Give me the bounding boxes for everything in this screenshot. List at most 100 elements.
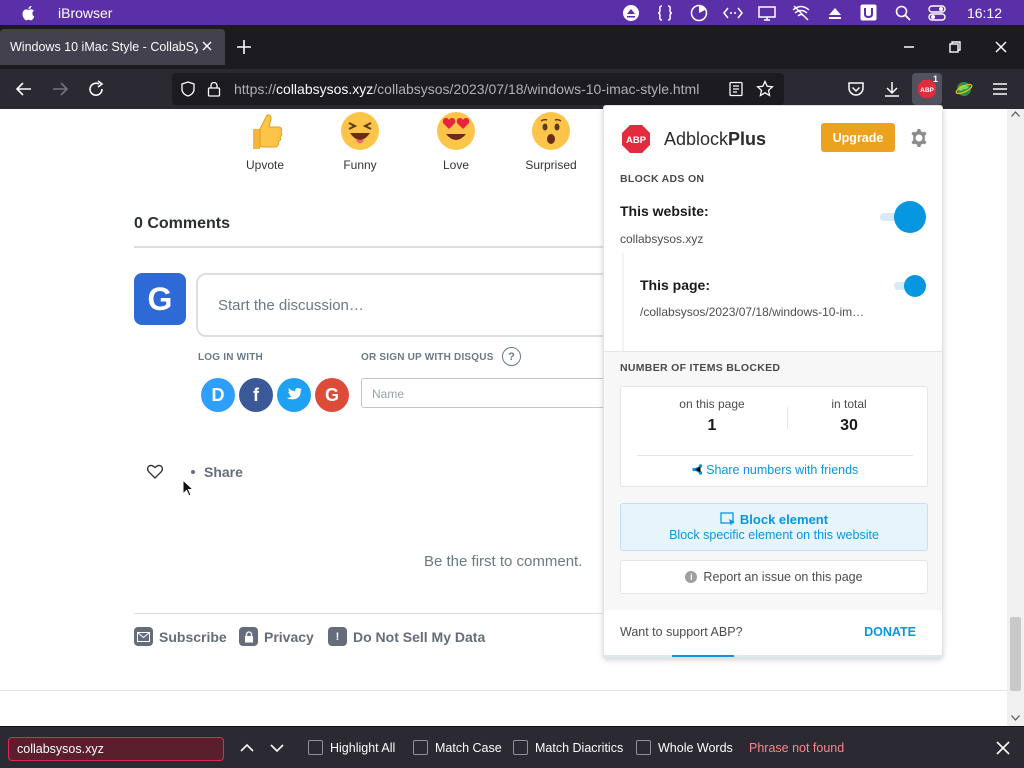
abp-logo-icon: ABP	[622, 125, 650, 153]
surprised-emoji-icon	[532, 112, 570, 150]
search-icon[interactable]	[893, 5, 913, 21]
u-app-icon[interactable]	[859, 4, 879, 21]
system-menubar: iBrowser 16:12	[0, 0, 1024, 25]
disqus-icon: D	[211, 384, 225, 405]
page-scrollbar[interactable]	[1007, 109, 1024, 726]
match-diacritics-label: Match Diacritics	[535, 740, 624, 755]
highlight-all-checkbox[interactable]: Highlight All	[308, 740, 395, 755]
subscribe-link[interactable]: Subscribe	[134, 627, 227, 646]
this-website-label: This website:	[620, 203, 709, 219]
match-diacritics-checkbox[interactable]: Match Diacritics	[513, 740, 623, 755]
this-page-label: This page:	[640, 277, 711, 293]
help-question-icon[interactable]: ?	[502, 347, 521, 366]
twitter-login-button[interactable]	[277, 378, 311, 412]
abp-bottom-progress	[604, 655, 942, 657]
close-window-button[interactable]	[978, 25, 1024, 69]
reload-button[interactable]	[84, 77, 108, 101]
reaction-label: Funny	[343, 158, 377, 172]
close-tab-icon[interactable]	[199, 38, 215, 54]
reaction-label: Love	[442, 158, 470, 172]
heart-icon[interactable]	[147, 464, 163, 479]
pocket-button[interactable]	[844, 77, 868, 101]
share-icon	[691, 464, 702, 475]
comments-count-title: 0 Comments	[134, 215, 231, 232]
forward-button[interactable]	[48, 77, 72, 101]
url-bar[interactable]: https://collabsysos.xyz/collabsysos/2023…	[172, 73, 784, 105]
adblock-plus-button[interactable]: ABP 1	[912, 73, 942, 105]
facebook-login-button[interactable]: f	[239, 378, 273, 412]
upgrade-button[interactable]: Upgrade	[821, 123, 895, 152]
share-numbers-link[interactable]: Share numbers with friends	[621, 463, 929, 477]
match-case-label: Match Case	[435, 740, 502, 755]
downloads-button[interactable]	[880, 77, 904, 101]
control-center-icon[interactable]	[927, 4, 947, 21]
url-host: collabsysos.xyz	[276, 81, 374, 97]
share-link[interactable]: Share	[204, 464, 243, 480]
back-button[interactable]	[12, 77, 36, 101]
disqus-login-button[interactable]: D	[201, 378, 235, 412]
heart-eyes-emoji-icon	[437, 112, 475, 150]
find-query: collabsysos.xyz	[17, 742, 104, 756]
new-tab-icon[interactable]	[234, 37, 254, 57]
eject-icon[interactable]	[621, 4, 641, 21]
share-numbers-label: Share numbers with friends	[706, 463, 859, 477]
abp-brand-title: AdblockPlus	[664, 129, 766, 150]
block-element-button[interactable]: Block element Block specific element on …	[620, 503, 928, 551]
reaction-funny[interactable]: Funny	[325, 111, 395, 172]
do-not-sell-link[interactable]: ! Do Not Sell My Data	[328, 627, 485, 646]
code-arrows-icon[interactable]	[722, 5, 743, 21]
tab-strip: Windows 10 iMac Style - CollabSysos	[0, 25, 1024, 69]
upload-icon[interactable]	[825, 5, 845, 21]
wifi-off-icon[interactable]	[791, 5, 811, 21]
empty-comments-message: Be the first to comment.	[424, 553, 583, 570]
lock-icon[interactable]	[207, 81, 221, 97]
abp-logo-text: ABP	[626, 135, 647, 146]
whole-words-label: Whole Words	[658, 740, 733, 755]
discussion-textarea[interactable]: Start the discussion…	[196, 273, 616, 337]
monitor-icon[interactable]	[757, 5, 777, 21]
navigation-toolbar: https://collabsysos.xyz/collabsysos/2023…	[0, 69, 1024, 109]
reaction-upvote[interactable]: Upvote	[230, 111, 300, 172]
extension-globe-button[interactable]	[952, 77, 976, 101]
report-issue-button[interactable]: i Report an issue on this page	[620, 560, 928, 594]
page-toggle-section	[622, 253, 942, 353]
scroll-up-arrow-icon[interactable]	[1011, 111, 1020, 117]
page-path: /collabsysos/2023/07/18/windows-10-im…	[640, 305, 865, 319]
minimize-button[interactable]	[886, 25, 932, 69]
apple-icon[interactable]	[20, 4, 38, 22]
scroll-down-arrow-icon[interactable]	[1011, 715, 1020, 721]
tab-title: Windows 10 iMac Style - CollabSysos	[10, 40, 198, 54]
app-name[interactable]: iBrowser	[58, 5, 112, 21]
find-input[interactable]: collabsysos.xyz	[8, 737, 224, 761]
envelope-icon	[134, 627, 153, 646]
donate-link[interactable]: DONATE	[864, 625, 916, 639]
bookmark-star-icon[interactable]	[756, 80, 774, 98]
block-element-icon	[720, 512, 735, 526]
shield-icon[interactable]	[180, 81, 196, 97]
reader-view-icon[interactable]	[728, 81, 744, 97]
find-previous-icon[interactable]	[238, 739, 256, 757]
menubar-clock[interactable]: 16:12	[967, 5, 1002, 21]
reaction-love[interactable]: Love	[421, 111, 491, 172]
find-status: Phrase not found	[749, 741, 845, 755]
braces-icon[interactable]	[655, 4, 675, 21]
subscribe-label: Subscribe	[159, 628, 227, 645]
stats-divider	[637, 455, 913, 456]
scrollbar-thumb[interactable]	[1010, 617, 1021, 691]
clock-dial-icon[interactable]	[689, 4, 709, 21]
mouse-cursor-icon	[182, 479, 194, 497]
footer-divider	[134, 613, 604, 614]
match-case-checkbox[interactable]: Match Case	[413, 740, 502, 755]
on-this-page-label: on this page	[679, 397, 745, 411]
privacy-link[interactable]: Privacy	[239, 627, 314, 646]
whole-words-checkbox[interactable]: Whole Words	[636, 740, 733, 755]
find-next-icon[interactable]	[268, 739, 286, 757]
name-field[interactable]: Name	[361, 378, 611, 408]
menu-button[interactable]	[988, 77, 1012, 101]
tab-active[interactable]: Windows 10 iMac Style - CollabSysos	[0, 29, 225, 65]
close-find-bar-icon[interactable]	[994, 739, 1012, 757]
gear-icon[interactable]	[909, 128, 929, 148]
reaction-surprised[interactable]: Surprised	[516, 111, 586, 172]
google-login-button[interactable]: G	[315, 378, 349, 412]
restore-button[interactable]	[932, 25, 978, 69]
